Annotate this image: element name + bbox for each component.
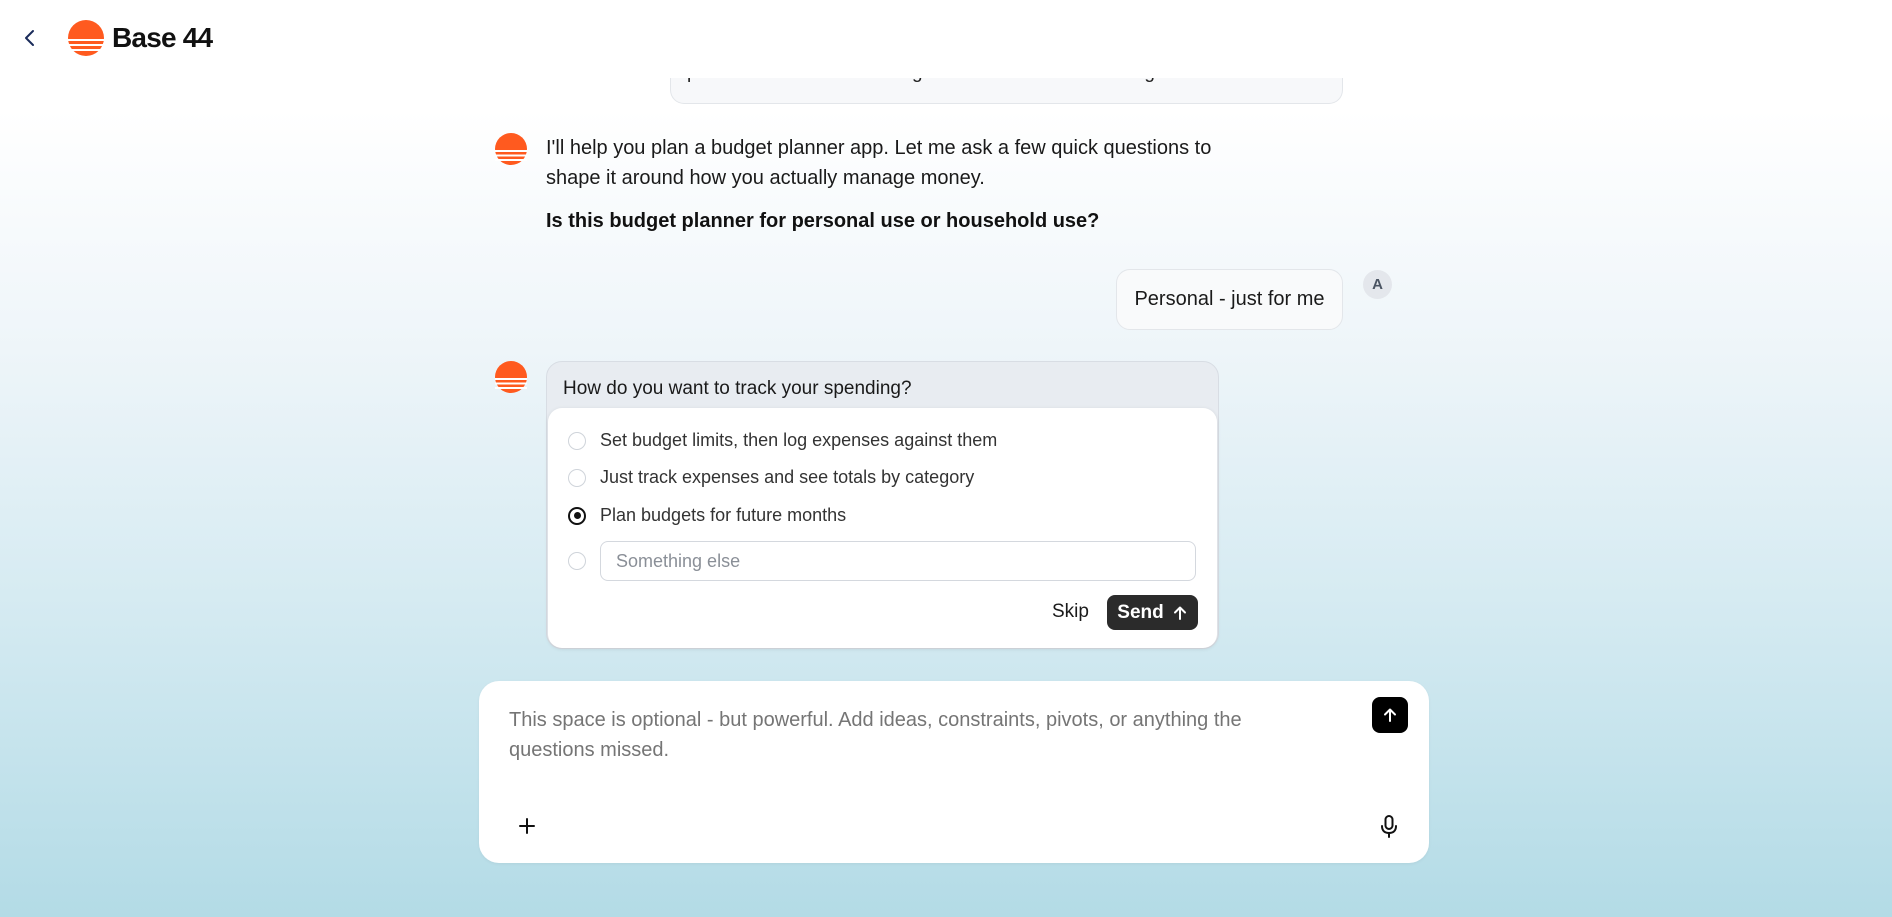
user-avatar: A — [1363, 270, 1392, 299]
brand-name: Base 44 — [112, 22, 213, 53]
brand[interactable]: Base 44 — [68, 20, 213, 56]
something-else-input[interactable] — [600, 541, 1196, 581]
bot-message-intro: I'll help you plan a budget planner app.… — [546, 137, 1212, 189]
skip-button[interactable]: Skip — [1052, 601, 1089, 623]
send-answer-label: Send — [1117, 601, 1164, 623]
message-composer — [479, 681, 1429, 863]
option-radio[interactable] — [568, 431, 586, 450]
arrow-up-icon — [1173, 606, 1186, 620]
attach-button[interactable] — [516, 815, 538, 837]
option-budget-limits[interactable]: Set budget limits, then log expenses aga… — [568, 430, 997, 451]
option-label: Plan budgets for future months — [600, 505, 847, 525]
bot-avatar-icon — [495, 133, 527, 165]
bot-avatar-icon — [495, 361, 527, 393]
send-answer-button[interactable]: Send — [1107, 595, 1198, 630]
chevron-left-icon — [25, 30, 34, 46]
options-panel: Set budget limits, then log expenses aga… — [548, 408, 1217, 648]
plus-icon — [519, 818, 535, 834]
header: Base 44 — [0, 0, 1892, 78]
composer-send-button[interactable] — [1372, 697, 1408, 733]
option-radio[interactable] — [568, 552, 586, 570]
question-card-title: How do you want to track your spending? — [563, 378, 912, 399]
option-label: Set budget limits, then log expenses aga… — [600, 430, 998, 450]
option-plan-future[interactable]: Plan budgets for future months — [568, 505, 846, 526]
back-button[interactable] — [18, 26, 42, 50]
microphone-button[interactable] — [1378, 814, 1400, 840]
bot-message-question: Is this budget planner for personal use … — [546, 210, 1100, 232]
option-radio-selected[interactable] — [568, 506, 586, 525]
option-something-else[interactable] — [568, 541, 1196, 581]
user-message-bubble: Personal - just for me — [1116, 269, 1343, 330]
option-label: Just track expenses and see totals by ca… — [600, 467, 975, 487]
user-message-text: Personal - just for me — [1134, 288, 1325, 310]
question-card: How do you want to track your spending? … — [546, 361, 1219, 649]
arrow-up-icon — [1384, 708, 1396, 722]
composer-input[interactable] — [509, 705, 1329, 785]
option-radio[interactable] — [568, 468, 586, 487]
microphone-icon — [1381, 815, 1397, 838]
option-track-expenses[interactable]: Just track expenses and see totals by ca… — [568, 467, 974, 488]
sunset-logo-icon — [68, 20, 104, 56]
